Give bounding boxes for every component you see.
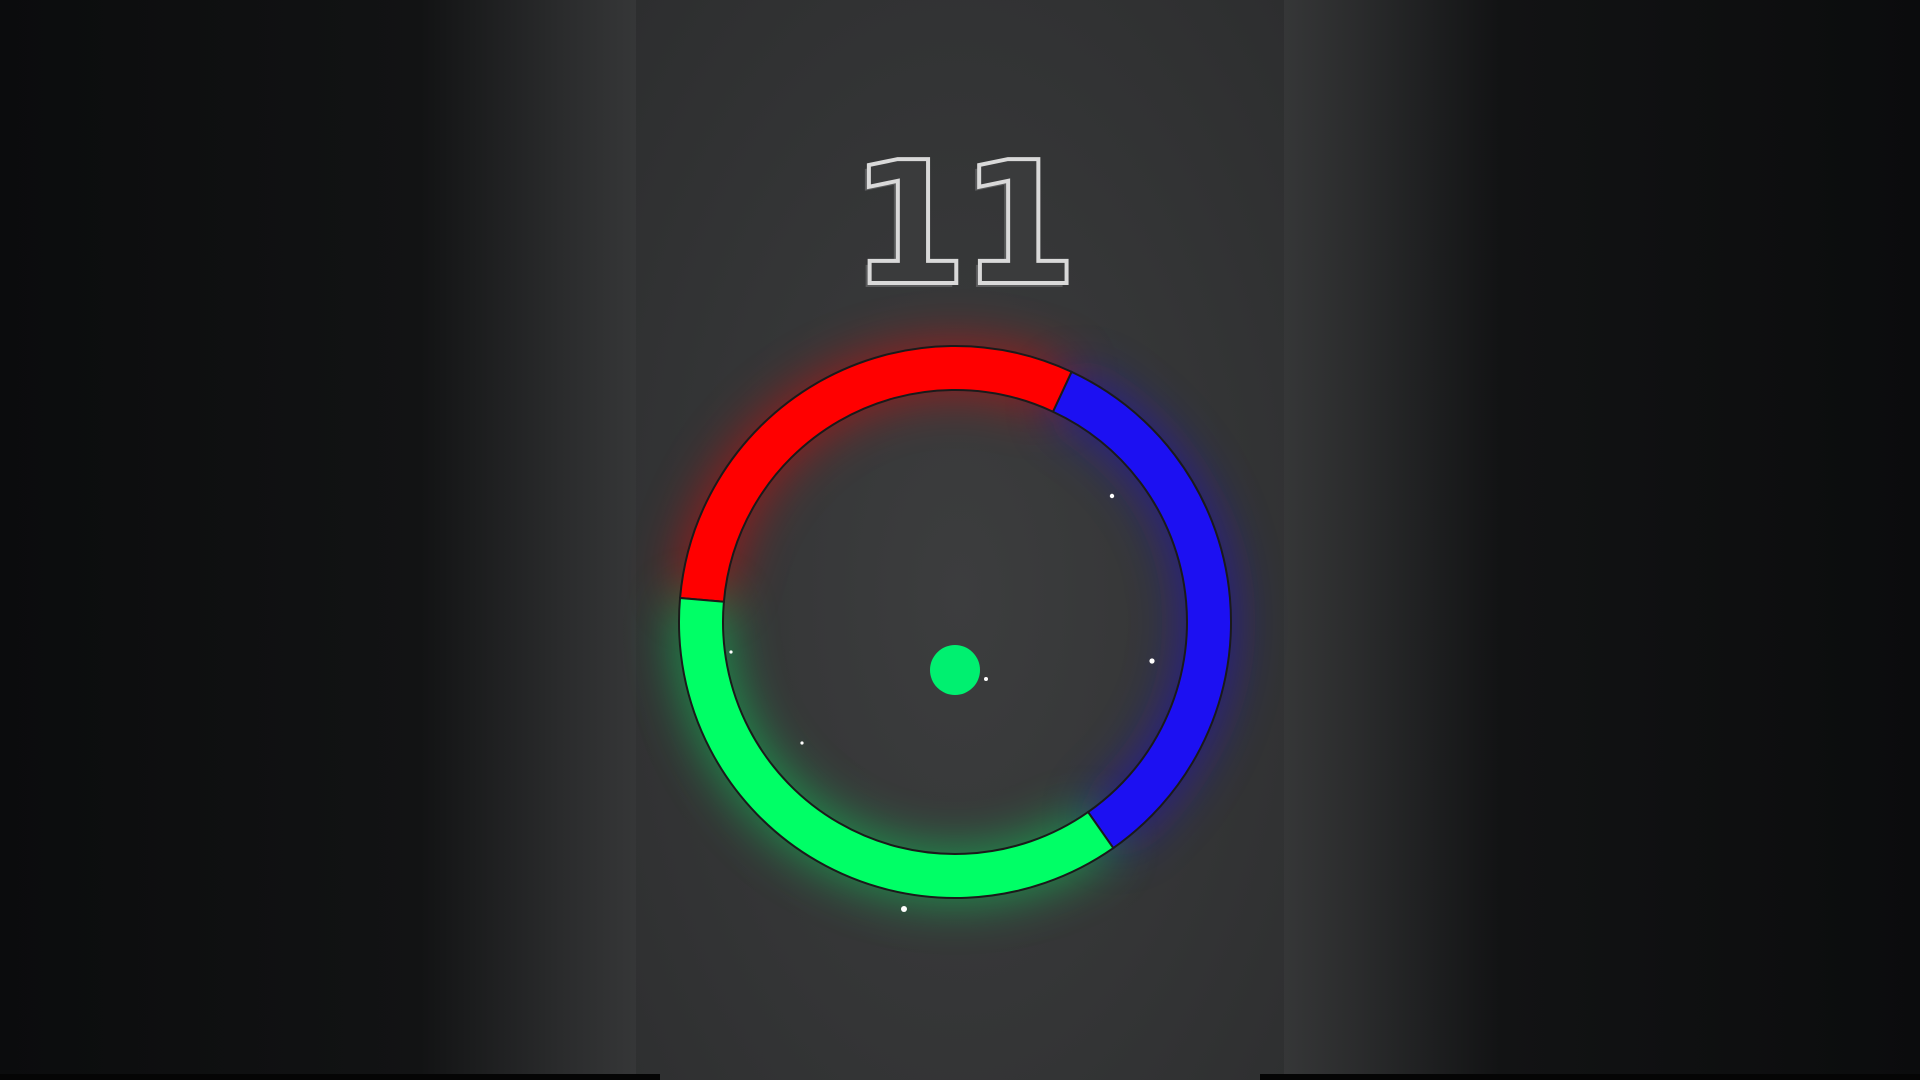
sparkle [1149,658,1155,664]
score-counter: 11 [848,126,1081,324]
player-ball [930,645,980,695]
game-stage[interactable]: 11 [0,0,1920,1080]
ring-segment-red [678,345,1073,603]
sparkle [800,741,804,745]
bottom-border-right [1260,1074,1920,1080]
ring-segment-green [678,596,1115,899]
ring-segment-blue [1051,370,1232,850]
sparkle [901,906,907,912]
bottom-border-left [0,1074,660,1080]
sparkle [729,650,733,654]
color-ring [678,345,1232,899]
sparkle [984,677,988,681]
sparkle [1109,493,1115,499]
